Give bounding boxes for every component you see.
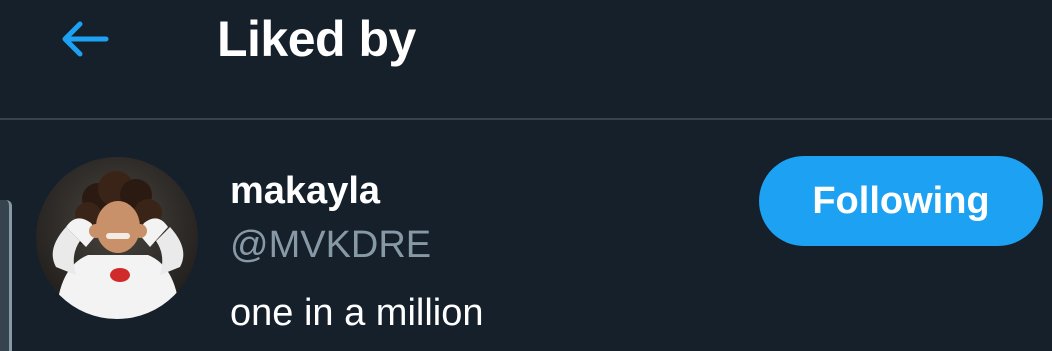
user-display-name: makayla xyxy=(230,170,381,212)
liked-by-screen: Liked by makayla @MVKDRE one in a millio… xyxy=(0,0,1052,351)
page-title: Liked by xyxy=(217,11,416,67)
user-avatar-image xyxy=(36,157,198,319)
header-bar: Liked by xyxy=(0,0,1052,118)
user-bio: one in a million xyxy=(230,292,484,334)
following-button[interactable]: Following xyxy=(759,156,1043,246)
user-list-item[interactable]: makayla @MVKDRE one in a million Followi… xyxy=(0,120,1052,351)
avatar[interactable] xyxy=(36,157,198,319)
arrow-left-icon xyxy=(62,21,109,57)
user-handle: @MVKDRE xyxy=(230,224,432,266)
back-button[interactable] xyxy=(52,16,116,62)
